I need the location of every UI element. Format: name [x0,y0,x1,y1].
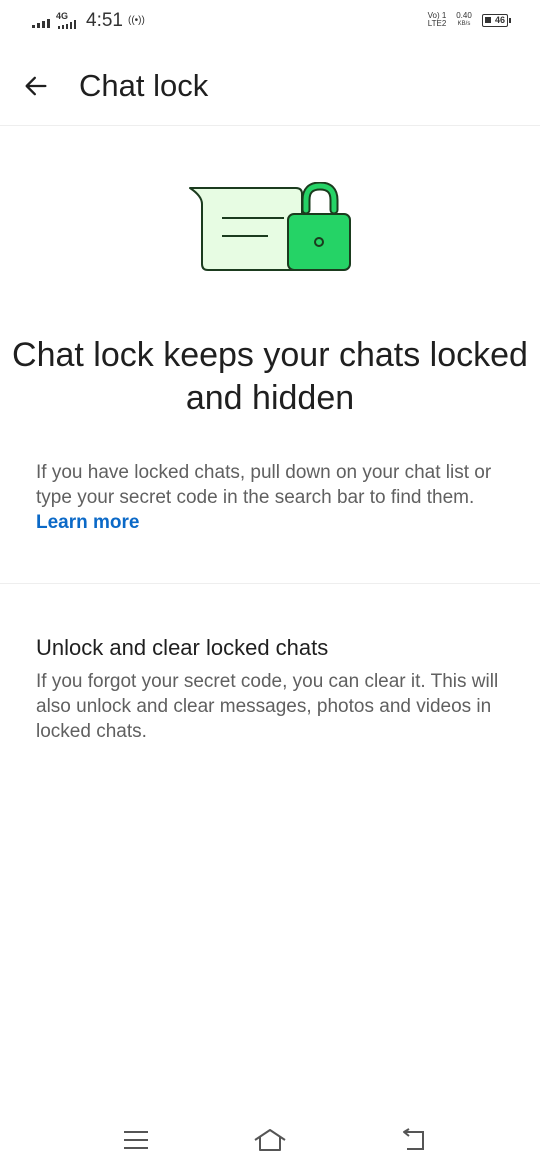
battery-icon: 46 [482,14,511,27]
system-back-button[interactable] [392,1124,432,1156]
back-button[interactable] [18,68,54,104]
battery-level: 46 [494,15,505,25]
chat-lock-illustration [186,181,356,276]
signal-strength-icon [32,18,50,28]
arrow-left-icon [25,76,47,96]
headline: Chat lock keeps your chats locked and hi… [12,336,528,417]
home-icon [254,1129,286,1151]
unlock-clear-option[interactable]: Unlock and clear locked chats If you for… [36,634,516,744]
navigation-bar [0,1110,540,1170]
learn-more-link[interactable]: Learn more [36,512,139,533]
home-button[interactable] [250,1124,290,1156]
network-speed: 0.40 KB/s [452,12,476,28]
app-bar: Chat lock [0,44,540,126]
back-icon [403,1128,424,1150]
status-time: 4:51 [86,10,123,31]
volte-line-2: LTE2 [427,19,447,28]
volte-indicator: Vo) 1 LTE2 [426,12,448,28]
unlock-title: Unlock and clear locked chats [36,635,329,660]
hotspot-icon: ((•)) [128,15,145,26]
unlock-description: If you forgot your secret code, you can … [36,671,499,742]
description-text: If you have locked chats, pull down on y… [36,462,492,508]
menu-icon [124,1131,148,1149]
divider [0,583,540,584]
speed-unit: KB/s [457,21,471,27]
status-bar: 4G 4:51 ((•)) Vo) 1 LTE2 0.40 KB/s 46 [0,0,540,44]
speed-value: 0.40 [456,11,472,20]
description: If you have locked chats, pull down on y… [36,460,506,535]
page-title: Chat lock [79,68,209,103]
recent-apps-button[interactable] [116,1124,156,1156]
signal-strength-2-icon [58,20,76,29]
